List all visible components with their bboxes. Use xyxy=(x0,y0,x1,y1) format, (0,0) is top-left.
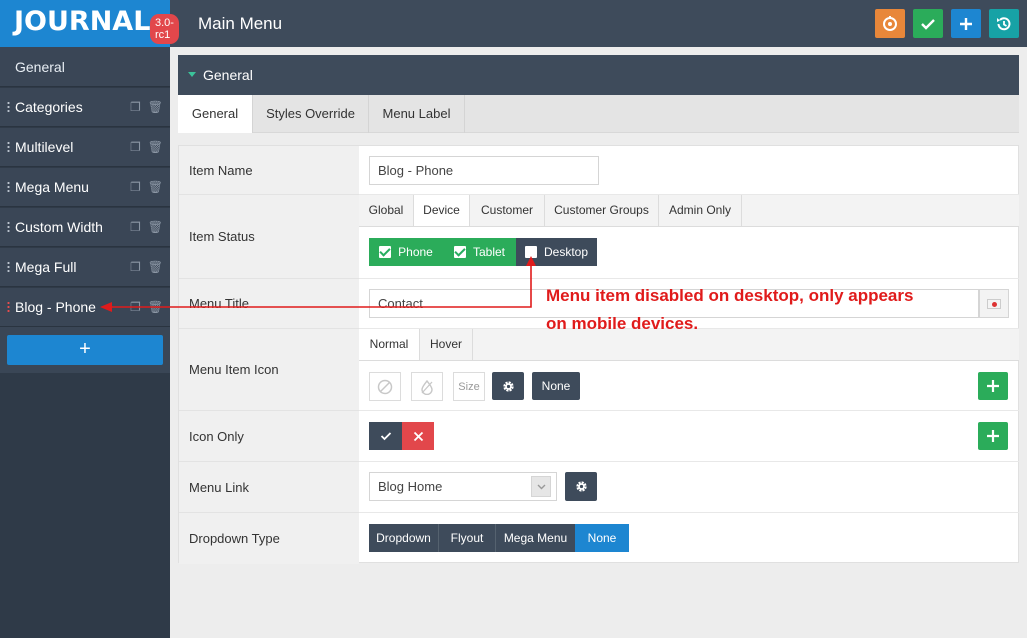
arrow-head-up xyxy=(526,256,536,266)
annotation-line-2: on mobile devices. xyxy=(546,314,699,333)
arrow-head-left xyxy=(100,302,112,312)
annotation-text: Menu item disabled on desktop, only appe… xyxy=(546,282,986,338)
annotation-line-1: Menu item disabled on desktop, only appe… xyxy=(546,286,914,305)
